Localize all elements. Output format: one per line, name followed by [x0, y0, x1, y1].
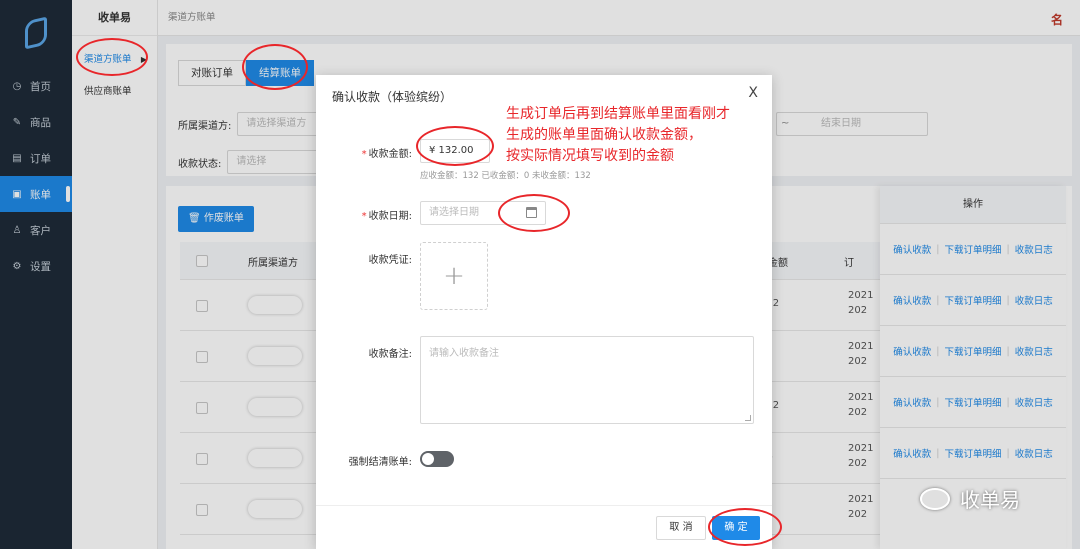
- highlight-ring-date: [498, 194, 570, 232]
- watermark-text: 收单易: [960, 488, 1020, 512]
- remark-textarea[interactable]: 请输入收款备注: [420, 336, 754, 424]
- highlight-ring-tab: [242, 44, 308, 90]
- resize-handle[interactable]: [745, 415, 751, 421]
- highlight-ring-confirm: [708, 508, 782, 546]
- plus-icon: +: [443, 261, 465, 291]
- wechat-icon: [920, 487, 950, 510]
- annotation-line: 生成订单后再到结算账单里面看刚才: [506, 106, 730, 122]
- date-placeholder: 请选择日期: [429, 207, 479, 218]
- tutorial-annotation: 生成订单后再到结算账单里面看刚才 生成的账单里面确认收款金额， 按实际情况填写收…: [506, 104, 768, 167]
- force-settle-toggle[interactable]: [420, 451, 454, 467]
- cancel-button[interactable]: 取 消: [656, 516, 706, 540]
- remark-placeholder: 请输入收款备注: [429, 348, 499, 359]
- voucher-upload[interactable]: +: [420, 242, 488, 310]
- highlight-ring-sub-item: [76, 38, 148, 76]
- dialog-footer-divider: [316, 505, 772, 506]
- dialog-title: 确认收款（体验缤纷）: [332, 90, 453, 104]
- close-icon[interactable]: X: [748, 85, 758, 101]
- remark-label: 收款备注:: [368, 349, 412, 360]
- amount-summary: 应收金额：132 已收金额：0 未收金额：132: [420, 171, 591, 181]
- highlight-ring-amount: [416, 126, 494, 166]
- date-label: * 收款日期:: [361, 211, 412, 222]
- voucher-label: 收款凭证:: [368, 255, 412, 266]
- amount-label: * 收款金额:: [361, 149, 412, 160]
- force-settle-label: 强制结清账单:: [348, 457, 412, 468]
- watermark: 收单易: [920, 484, 1020, 513]
- annotation-line: 生成的账单里面确认收款金额，: [506, 127, 702, 143]
- annotation-line: 按实际情况填写收到的金额: [506, 148, 674, 164]
- toggle-knob: [422, 453, 434, 465]
